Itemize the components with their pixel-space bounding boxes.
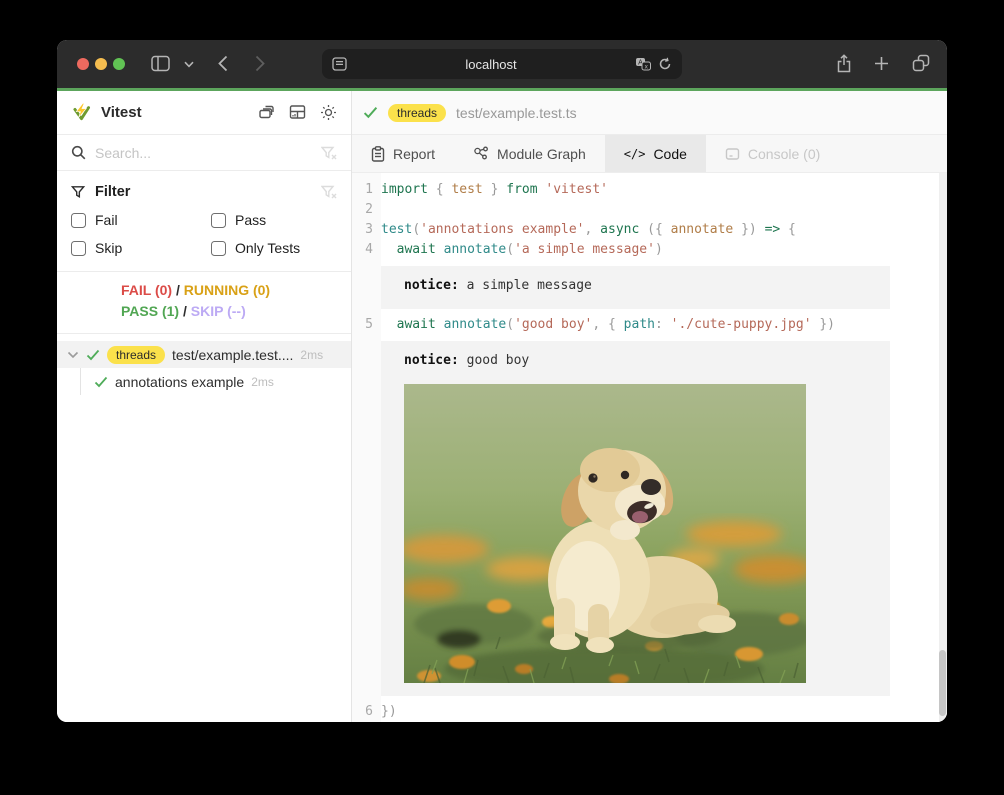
- browser-titlebar: localhost A x: [57, 40, 947, 88]
- pass-check-icon: [94, 376, 108, 388]
- tab-report[interactable]: Report: [352, 135, 454, 172]
- app-title: Vitest: [101, 104, 249, 121]
- code-line: 3test('annotations example', async ({ an…: [352, 220, 947, 240]
- code-line: 5 await annotate('good boy', { path: './…: [352, 315, 947, 335]
- pass-check-icon: [86, 349, 100, 361]
- new-tab-icon[interactable]: [874, 56, 889, 71]
- checkbox[interactable]: [211, 241, 226, 256]
- scrollbar-thumb[interactable]: [939, 650, 946, 716]
- open-file-name: test/example.test.ts: [456, 105, 577, 121]
- sidebar: Vitest: [57, 91, 352, 722]
- pool-badge: threads: [107, 346, 165, 364]
- annotation-notice: notice: good boy: [381, 341, 890, 696]
- filter-checkbox-only-tests[interactable]: Only Tests: [211, 240, 337, 256]
- line-number: 5: [352, 315, 381, 335]
- filter-title: Filter: [95, 184, 312, 200]
- line-number: 3: [352, 220, 381, 240]
- filter-checkbox-pass[interactable]: Pass: [211, 212, 337, 228]
- code-line: 1import { test } from 'vitest': [352, 180, 947, 200]
- collapse-panels-icon[interactable]: [258, 104, 275, 121]
- clear-filter-icon[interactable]: [321, 185, 337, 199]
- tab-bar: Report Module Graph </> Code: [352, 135, 947, 173]
- test-file-name: test/example.test....: [172, 347, 293, 363]
- address-url[interactable]: localhost: [347, 57, 635, 72]
- pass-check-icon: [363, 106, 378, 119]
- filter-section: Filter Fail Pass: [57, 171, 351, 272]
- line-number: 4: [352, 240, 381, 260]
- code-line: 2: [352, 200, 947, 220]
- share-icon[interactable]: [836, 54, 852, 73]
- code-viewer[interactable]: 1import { test } from 'vitest'23test('an…: [352, 173, 947, 722]
- vitest-logo-icon: [71, 102, 92, 123]
- search-icon: [71, 145, 86, 160]
- forward-icon[interactable]: [255, 55, 265, 72]
- sidebar-header: Vitest: [57, 91, 351, 135]
- reader-icon[interactable]: [332, 57, 347, 71]
- main-panel: threads test/example.test.ts Report: [352, 91, 947, 722]
- test-file-row[interactable]: threads test/example.test.... 2ms: [57, 341, 351, 368]
- test-case-name: annotations example: [115, 374, 244, 390]
- line-number: 6: [352, 702, 381, 722]
- checkbox[interactable]: [211, 213, 226, 228]
- vitest-ui: Vitest: [57, 91, 947, 722]
- code-line: 4 await annotate('a simple message'): [352, 240, 947, 260]
- zoom-window-button[interactable]: [113, 58, 125, 70]
- test-tree: threads test/example.test.... 2ms annota…: [57, 334, 351, 395]
- file-header: threads test/example.test.ts: [352, 91, 947, 135]
- search-input[interactable]: Search...: [95, 145, 312, 161]
- back-icon[interactable]: [218, 55, 228, 72]
- reload-icon[interactable]: [658, 57, 672, 71]
- minimize-window-button[interactable]: [95, 58, 107, 70]
- tab-module-graph[interactable]: Module Graph: [454, 135, 605, 172]
- checkbox[interactable]: [71, 213, 86, 228]
- filter-checkbox-skip[interactable]: Skip: [71, 240, 211, 256]
- tabs-overview-icon[interactable]: [912, 54, 930, 72]
- test-duration: 2ms: [251, 375, 274, 389]
- module-graph-icon: [473, 146, 489, 161]
- chevron-down-icon[interactable]: [184, 61, 194, 68]
- report-icon: [371, 146, 385, 162]
- console-icon: [725, 147, 740, 161]
- browser-window: localhost A x: [57, 40, 947, 722]
- puppy-image: [404, 384, 806, 683]
- line-number: 2: [352, 200, 381, 220]
- code-content: 1import { test } from 'vitest'23test('an…: [352, 173, 947, 722]
- test-case-row[interactable]: annotations example 2ms: [81, 368, 351, 395]
- chevron-down-icon[interactable]: [67, 351, 79, 359]
- tab-code[interactable]: </> Code: [605, 135, 706, 172]
- test-duration: 2ms: [300, 348, 323, 362]
- desktop: { "browser": { "address": "localhost", "…: [0, 0, 1004, 795]
- annotation-notice: notice: a simple message: [381, 266, 890, 309]
- dashboard-icon[interactable]: [289, 104, 306, 121]
- address-bar[interactable]: localhost A x: [322, 49, 682, 79]
- code-line: 6}): [352, 702, 947, 722]
- scrollbar-track[interactable]: [939, 173, 947, 722]
- checkbox[interactable]: [71, 241, 86, 256]
- line-number: 1: [352, 180, 381, 200]
- filter-checkbox-fail[interactable]: Fail: [71, 212, 211, 228]
- filter-icon: [71, 185, 86, 199]
- pool-badge: threads: [388, 104, 446, 122]
- search-bar[interactable]: Search...: [57, 135, 351, 171]
- close-window-button[interactable]: [77, 58, 89, 70]
- tab-console[interactable]: Console (0): [706, 135, 839, 172]
- theme-sun-icon[interactable]: [320, 104, 337, 121]
- run-summary: FAIL (0) / RUNNING (0)PASS (1) / SKIP (-…: [57, 272, 351, 334]
- code-icon: </>: [624, 147, 646, 161]
- translate-icon[interactable]: A x: [635, 57, 651, 71]
- sidebar-toggle-icon[interactable]: [151, 55, 170, 72]
- clear-search-filter-icon[interactable]: [321, 146, 337, 160]
